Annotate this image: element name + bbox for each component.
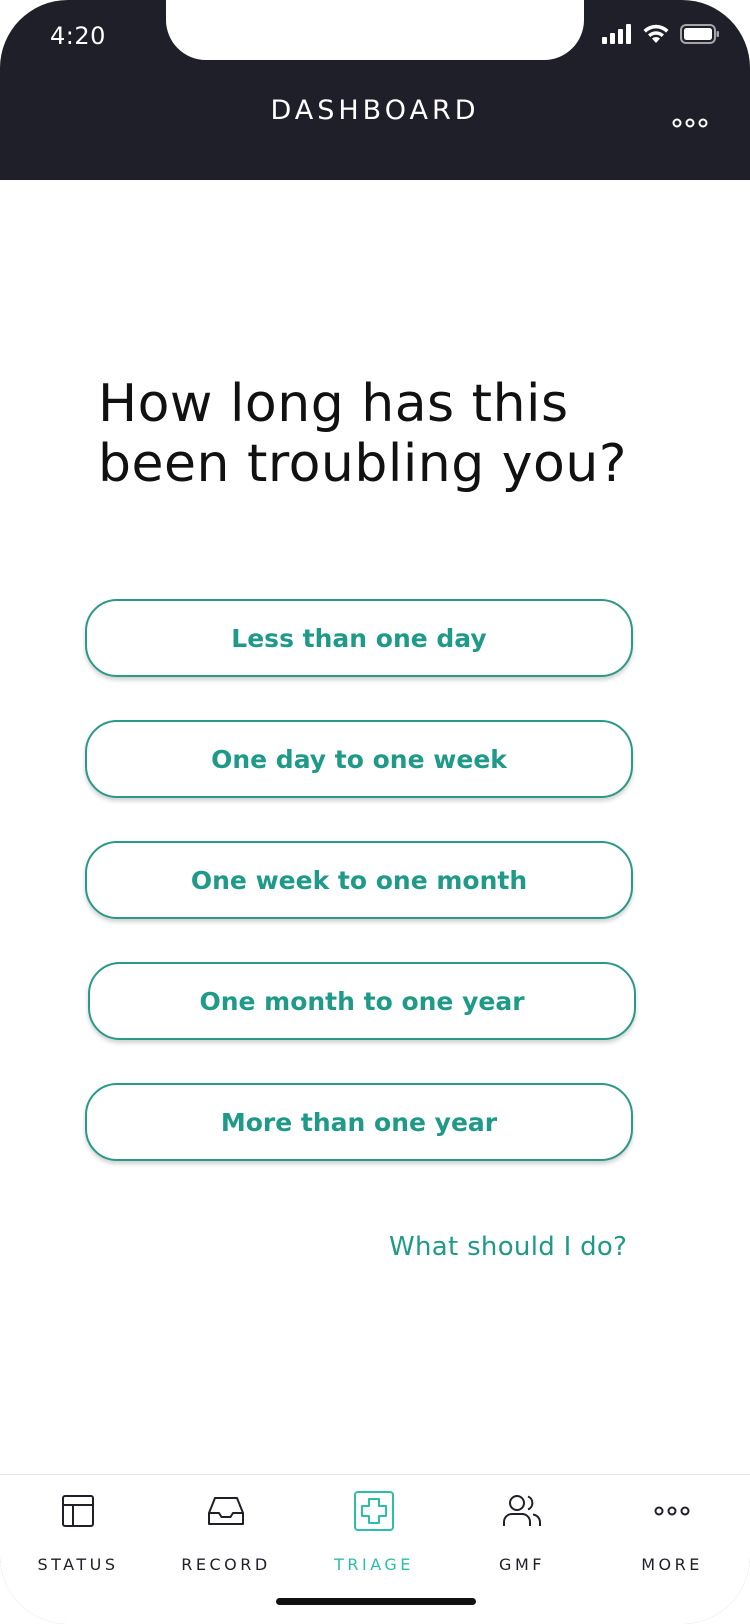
- tab-more[interactable]: MORE: [597, 1491, 747, 1574]
- tab-label: STATUS: [37, 1555, 119, 1574]
- more-horizontal-icon: [672, 114, 708, 133]
- option-more-than-one-year[interactable]: More than one year: [85, 1083, 633, 1161]
- battery-icon: [680, 24, 720, 48]
- medical-cross-icon: [354, 1491, 394, 1531]
- header-menu-button[interactable]: [670, 108, 710, 138]
- tab-record[interactable]: RECORD: [151, 1491, 301, 1574]
- tab-status[interactable]: STATUS: [3, 1491, 153, 1574]
- users-icon: [502, 1491, 542, 1531]
- help-link[interactable]: What should I do?: [389, 1232, 627, 1262]
- tab-triage[interactable]: TRIAGE: [299, 1491, 449, 1574]
- wifi-icon: [642, 24, 670, 48]
- tab-label: RECORD: [181, 1555, 271, 1574]
- tab-label: TRIAGE: [334, 1555, 414, 1574]
- more-horizontal-icon: [652, 1491, 692, 1531]
- option-less-than-one-day[interactable]: Less than one day: [85, 599, 633, 677]
- home-indicator[interactable]: [276, 1598, 476, 1605]
- page-title: DASHBOARD: [270, 95, 480, 126]
- tab-label: GMF: [499, 1555, 545, 1574]
- inbox-icon: [206, 1491, 246, 1531]
- tab-label: MORE: [641, 1555, 703, 1574]
- tab-gmf[interactable]: GMF: [447, 1491, 597, 1574]
- phone-frame: 4:20 DASHBOARD How long has this been tr…: [0, 0, 750, 1624]
- status-icons: [602, 24, 720, 48]
- option-one-day-to-one-week[interactable]: One day to one week: [85, 720, 633, 798]
- layout-icon: [58, 1491, 98, 1531]
- status-time: 4:20: [50, 22, 106, 50]
- question-heading: How long has this been troubling you?: [98, 374, 627, 494]
- option-one-month-to-one-year[interactable]: One month to one year: [88, 962, 636, 1040]
- option-one-week-to-one-month[interactable]: One week to one month: [85, 841, 633, 919]
- signal-bars-icon: [602, 24, 632, 48]
- device-notch: [166, 0, 584, 60]
